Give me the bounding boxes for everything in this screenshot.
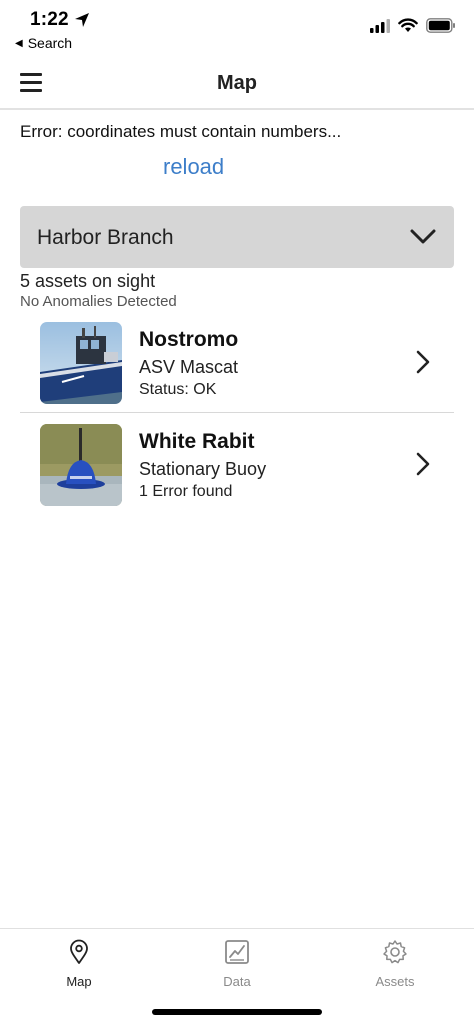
tab-label: Assets [375,974,415,989]
boat-photo [40,322,122,404]
nav-bar: Map [0,58,474,110]
time-row: 1:22 [30,9,90,31]
status-bar: 1:22 ◀ Search [0,0,474,58]
back-triangle-icon: ◀ [15,37,23,49]
wifi-icon [398,18,418,32]
back-to-search[interactable]: ◀ Search [15,35,72,51]
list-divider [20,412,454,413]
buoy-photo [40,424,122,506]
error-message: Error: coordinates must contain numbers.… [20,122,342,141]
asset-type: Stationary Buoy [139,459,267,479]
location-arrow-icon [74,13,89,27]
asset-status: Status: OK [139,381,217,398]
cellular-signal-icon [370,18,390,33]
home-indicator[interactable] [152,1009,322,1015]
chevron-right-icon [416,350,430,374]
battery-icon [426,18,455,33]
status-time: 1:22 [30,9,69,30]
back-search-label: Search [27,35,73,51]
reload-link[interactable]: reload [163,154,224,180]
tab-map[interactable]: Map [29,939,129,999]
location-dropdown-value: Harbor Branch [37,226,174,249]
status-icons [362,18,456,33]
tab-label: Map [66,974,92,989]
asset-count: 5 assets on sight [20,271,156,291]
location-dropdown[interactable]: Harbor Branch [20,206,454,268]
tab-label: Data [223,974,251,989]
asset-type: ASV Mascat [139,357,239,377]
asset-row-white-rabit[interactable]: White Rabit Stationary Buoy 1 Error foun… [20,416,454,516]
tab-data[interactable]: Data [187,939,287,999]
asset-status: 1 Error found [139,483,233,500]
asset-name: White Rabit [139,430,255,453]
page-title: Map [217,72,257,94]
app-screen: 1:22 ◀ Search Map Error: coordinates mus… [0,0,474,1026]
chart-icon [225,940,249,964]
asset-name: Nostromo [139,328,239,351]
tab-assets[interactable]: Assets [345,939,445,999]
gear-icon [383,940,407,964]
map-pin-icon [70,939,88,964]
chevron-right-icon [416,452,430,476]
asset-row-nostromo[interactable]: Nostromo ASV Mascat Status: OK [20,314,454,414]
anomaly-status: No Anomalies Detected [20,293,177,310]
chevron-down-icon [410,229,436,244]
